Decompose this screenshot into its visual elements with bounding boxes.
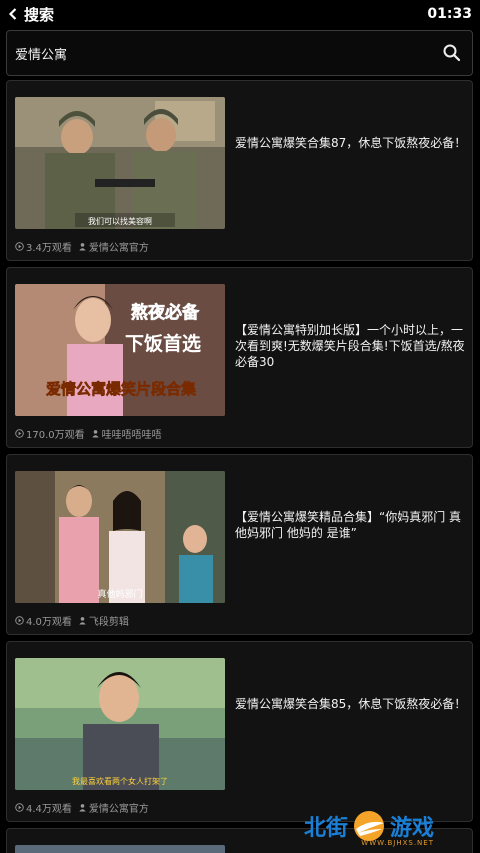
user-icon	[91, 430, 99, 438]
video-thumbnail[interactable]: 熬夜必备 下饭首选 爱情公寓爆笑片段合集	[15, 284, 225, 416]
top-bar: 搜索 01:33	[0, 0, 480, 28]
search-input[interactable]	[15, 45, 415, 61]
user-icon	[79, 617, 86, 625]
clock: 01:33	[427, 6, 472, 22]
video-meta: 3.4万观看 爱情公寓官方	[15, 239, 149, 254]
user-icon	[79, 804, 86, 812]
watermark-left: 北街	[303, 816, 348, 841]
video-card[interactable]: 熬夜必备 下饭首选 爱情公寓爆笑片段合集 【爱情公寓特别加长版】一个小时以上，一…	[6, 267, 473, 448]
video-card[interactable]: 我最喜欢看两个女人打架了 爱情公寓爆笑合集85，休息下饭熬夜必备！ 4.4万观看…	[6, 641, 473, 822]
view-count: 3.4万观看	[26, 243, 72, 254]
video-meta: 4.0万观看 飞段剪辑	[15, 613, 129, 628]
author-name[interactable]: 爱情公寓官方	[89, 239, 149, 254]
watermark-right: 游戏	[390, 816, 435, 841]
overlay-line-2: 下饭首选	[125, 332, 201, 355]
watermark-url: WWW.BJHXS.NET	[361, 839, 434, 847]
user-icon	[79, 243, 86, 251]
video-title[interactable]: 【爱情公寓爆笑精品合集】“你妈真邪门 真他妈邪门 他妈的 是谁”	[235, 509, 467, 541]
overlay-line-3: 爱情公寓爆笑片段合集	[46, 380, 197, 398]
video-thumbnail[interactable]: 我们可以找美容啊	[15, 97, 225, 229]
video-thumbnail[interactable]	[15, 845, 225, 853]
author-name[interactable]: 爱情公寓官方	[89, 800, 149, 815]
overlay-line-1: 熬夜必备	[131, 302, 200, 323]
author-name[interactable]: 哇哇唔唔哇唔	[102, 426, 162, 441]
search-bar	[6, 30, 473, 76]
view-count: 4.0万观看	[26, 617, 72, 628]
video-title[interactable]: 爱情公寓爆笑合集85，休息下饭熬夜必备！	[235, 696, 467, 712]
watermark-logo: 北街 游戏 WWW.BJHXS.NET	[284, 803, 454, 849]
video-thumbnail[interactable]: 真他妈邪门	[15, 471, 225, 603]
search-icon[interactable]	[442, 43, 462, 63]
thumbnail-caption: 我最喜欢看两个女人打架了	[72, 776, 168, 786]
play-circle-icon	[15, 242, 24, 251]
play-circle-icon	[15, 429, 24, 438]
video-meta: 4.4万观看 爱情公寓官方	[15, 800, 149, 815]
play-circle-icon	[15, 803, 24, 812]
play-circle-icon	[15, 616, 24, 625]
video-card[interactable]: 我们可以找美容啊 爱情公寓爆笑合集87，休息下饭熬夜必备！ 3.4万观看 爱情公…	[6, 80, 473, 261]
back-button[interactable]: 搜索	[6, 4, 54, 25]
video-meta: 170.0万观看 哇哇唔唔哇唔	[15, 426, 162, 441]
video-title[interactable]: 【爱情公寓特别加长版】一个小时以上，一次看到爽!无数爆笑片段合集!下饭首选/熬夜…	[235, 322, 467, 370]
author-name[interactable]: 飞段剪辑	[89, 613, 129, 628]
video-title[interactable]: 爱情公寓爆笑合集87，休息下饭熬夜必备！	[235, 135, 467, 151]
view-count: 170.0万观看	[26, 430, 85, 441]
back-arrow-icon	[6, 7, 20, 21]
thumbnail-caption: 真他妈邪门	[97, 588, 142, 600]
thumbnail-caption: 我们可以找美容啊	[88, 216, 152, 226]
search-results-list: 我们可以找美容啊 爱情公寓爆笑合集87，休息下饭熬夜必备！ 3.4万观看 爱情公…	[6, 80, 473, 853]
view-count: 4.4万观看	[26, 804, 72, 815]
video-card[interactable]: 真他妈邪门 【爱情公寓爆笑精品合集】“你妈真邪门 真他妈邪门 他妈的 是谁” 4…	[6, 454, 473, 635]
page-title: 搜索	[24, 5, 55, 24]
video-thumbnail[interactable]: 我最喜欢看两个女人打架了	[15, 658, 225, 790]
